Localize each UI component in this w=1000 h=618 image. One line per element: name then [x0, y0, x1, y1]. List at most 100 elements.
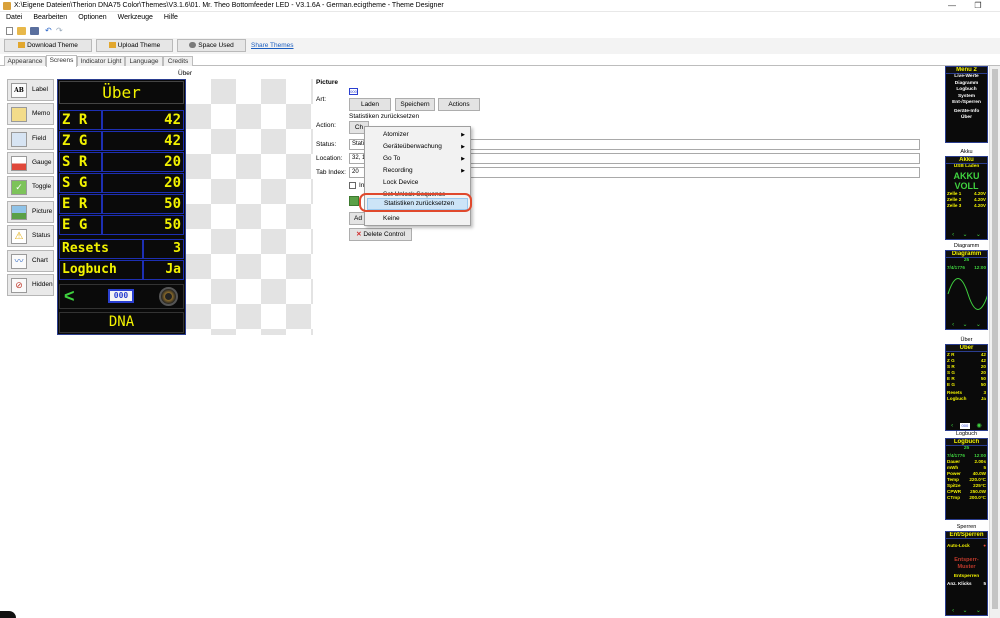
thumb-sperren-autolock: Auto-Lock ●	[947, 543, 986, 548]
thumb-ueber-head: Über	[946, 345, 987, 352]
preview-row-label[interactable]: Z R	[59, 110, 102, 130]
thumb-akku-cell: Zelle 3 4.20V	[947, 202, 986, 208]
preview-footer[interactable]: DNA	[59, 312, 184, 333]
menu-item-recording[interactable]: Recording ▶	[365, 165, 470, 177]
preview-row-label[interactable]: Z G	[59, 131, 102, 151]
submenu-arrow-icon: ▶	[461, 132, 465, 138]
actions-button[interactable]: Actions	[438, 98, 480, 111]
preview-row-value[interactable]: 50	[102, 215, 184, 235]
download-theme-button[interactable]: Download Theme	[4, 39, 92, 52]
preview-row-label[interactable]: S G	[59, 173, 102, 193]
submenu-arrow-icon: ▶	[461, 168, 465, 174]
thumb-sperren-muster: Muster	[957, 563, 976, 570]
back-arrow-icon[interactable]: <	[64, 286, 75, 306]
icon-toolbar: ↶ ↷	[0, 25, 1000, 37]
submenu-arrow-icon: ▶	[461, 156, 465, 162]
preview-row-label[interactable]: S R	[59, 152, 102, 172]
menu-item-go-to[interactable]: Go To ▶	[365, 153, 470, 165]
highlight-annotation-ring	[359, 193, 472, 212]
thumb-logbuch[interactable]: Logbuch 25 7/4/1776 12:00 Dauer 2.00s mWh 5…	[945, 438, 988, 520]
status-control-button[interactable]: ⚠ Status	[7, 225, 54, 247]
apply-icon[interactable]	[349, 196, 359, 206]
preview-resets-value[interactable]: 3	[143, 239, 184, 259]
share-themes-link[interactable]: Share Themes	[251, 42, 294, 49]
tab-screens[interactable]: Screens	[46, 55, 77, 67]
vertical-scrollbar[interactable]	[989, 66, 1000, 618]
thumb-sperren-title: Sperren	[956, 524, 977, 530]
preview-row-value[interactable]: 20	[102, 173, 184, 193]
thumb-akku[interactable]: Akku USB Laden AKKU VOLL Zelle 1 4.20V Ze…	[945, 156, 988, 240]
menu-item-lock-device[interactable]: Lock Device	[365, 177, 470, 189]
tab-language[interactable]: Language	[125, 56, 163, 66]
menu-hilfe[interactable]: Hilfe	[158, 13, 183, 21]
menu-bearbeiten[interactable]: Bearbeiten	[27, 13, 72, 21]
label-icon: AB	[11, 83, 27, 98]
upload-icon	[108, 42, 116, 48]
tab-appearance[interactable]: Appearance	[4, 56, 46, 66]
upload-theme-button[interactable]: Upload Theme	[96, 39, 173, 52]
thumb-akku-head: Akku	[946, 157, 987, 164]
memo-control-button[interactable]: Memo	[7, 103, 54, 125]
location-label: Location:	[316, 155, 343, 162]
thumb-akku-big: AKKU	[953, 170, 980, 181]
label-control-button[interactable]: AB Label	[7, 79, 54, 101]
space-used-button[interactable]: Space Used	[177, 39, 246, 52]
thumb-ueber[interactable]: Über Z R 42 Z G 42 S R 20 S G 20 E R 50 E G 50…	[945, 344, 988, 431]
dial-icon[interactable]	[159, 287, 178, 306]
preview-row-label[interactable]: E G	[59, 215, 102, 235]
delete-control-button[interactable]: ✕ Delete Control	[349, 228, 412, 241]
taskbar-start-icon[interactable]	[0, 611, 16, 618]
preview-row-value[interactable]: 42	[102, 110, 184, 130]
thumb-diagramm-sine	[947, 277, 987, 310]
menu-werkzeuge[interactable]: Werkzeuge	[112, 13, 158, 21]
thumb-logbuch-head: Logbuch	[946, 439, 987, 446]
hidden-control-button[interactable]: ⊘ Hidden	[7, 274, 54, 296]
thumb-nav-icons: ‹ ⌄ ⌄	[952, 322, 981, 328]
art-thumbnail[interactable]: 000	[349, 88, 358, 95]
menu-optionen[interactable]: Optionen	[72, 13, 111, 21]
gauge-icon	[189, 42, 197, 48]
preview-logbuch-label[interactable]: Logbuch	[59, 260, 143, 280]
tab-credits[interactable]: Credits	[163, 56, 193, 66]
submenu-arrow-icon: ▶	[461, 144, 465, 150]
tab-bar: Appearance Screens Indicator Light Langu…	[0, 55, 1000, 67]
thumb-nav-icons: ‹ 000 ◉	[951, 423, 982, 429]
device-screen-preview[interactable]: Über Z R 42 Z G 42 S R 20 S G 20 E R 50 …	[57, 79, 186, 335]
restore-button[interactable]: ❐	[966, 0, 990, 12]
chart-control-button[interactable]: 〰 Chart	[7, 250, 54, 272]
new-file-icon[interactable]	[6, 27, 13, 35]
save-icon[interactable]	[30, 27, 39, 35]
thumb-ueber-title: Über	[960, 337, 973, 343]
minimize-button[interactable]: —	[940, 0, 964, 12]
art-label: Art:	[316, 96, 327, 103]
tab-indicator-light[interactable]: Indicator Light	[77, 56, 125, 66]
undo-icon[interactable]: ↶	[45, 27, 54, 35]
preview-row-value[interactable]: 20	[102, 152, 184, 172]
preview-row-value[interactable]: 42	[102, 131, 184, 151]
toggle-control-button[interactable]: ✓ Toggle	[7, 176, 54, 198]
open-folder-icon[interactable]	[17, 27, 26, 35]
thumb-diagramm[interactable]: Diagramm 25 7/4/1776 12:00 ‹ ⌄ ⌄	[945, 250, 988, 330]
preview-logbuch-value[interactable]: Ja	[143, 260, 184, 280]
gauge-control-button[interactable]: Gauge	[7, 152, 54, 174]
scrollbar-thumb[interactable]	[992, 69, 998, 609]
preview-row-value[interactable]: 50	[102, 194, 184, 214]
picture-control-button[interactable]: Picture	[7, 201, 54, 223]
picture-placeholder[interactable]: 000	[108, 289, 134, 303]
preview-row-label[interactable]: E R	[59, 194, 102, 214]
preview-resets-label[interactable]: Resets	[59, 239, 143, 259]
menu-datei[interactable]: Datei	[0, 13, 27, 21]
menu-item-geraeteueberwachung[interactable]: Geräteüberwachung ▶	[365, 141, 470, 153]
thumb-logbuch-row: CTmp 200.0°C	[947, 495, 986, 501]
redo-icon[interactable]: ↷	[56, 27, 65, 35]
menu-item-atomizer[interactable]: Atomizer ▶	[365, 129, 470, 141]
laden-button[interactable]: Laden	[349, 98, 391, 111]
preview-title[interactable]: Über	[59, 81, 184, 104]
field-control-button[interactable]: Field	[7, 128, 54, 150]
hidden-eye-icon: ⊘	[11, 278, 27, 293]
menu-item-keine[interactable]: Keine	[365, 213, 470, 225]
thumb-sperren[interactable]: Ent/Sperren Auto-Lock ● Entsperr- Muster …	[945, 531, 988, 616]
thumb-menu2[interactable]: Menu 2 Live-Werte Diagramm Logbuch Syste…	[945, 66, 988, 143]
speichern-button[interactable]: Speichern	[395, 98, 435, 111]
invisible-checkbox[interactable]	[349, 182, 356, 189]
